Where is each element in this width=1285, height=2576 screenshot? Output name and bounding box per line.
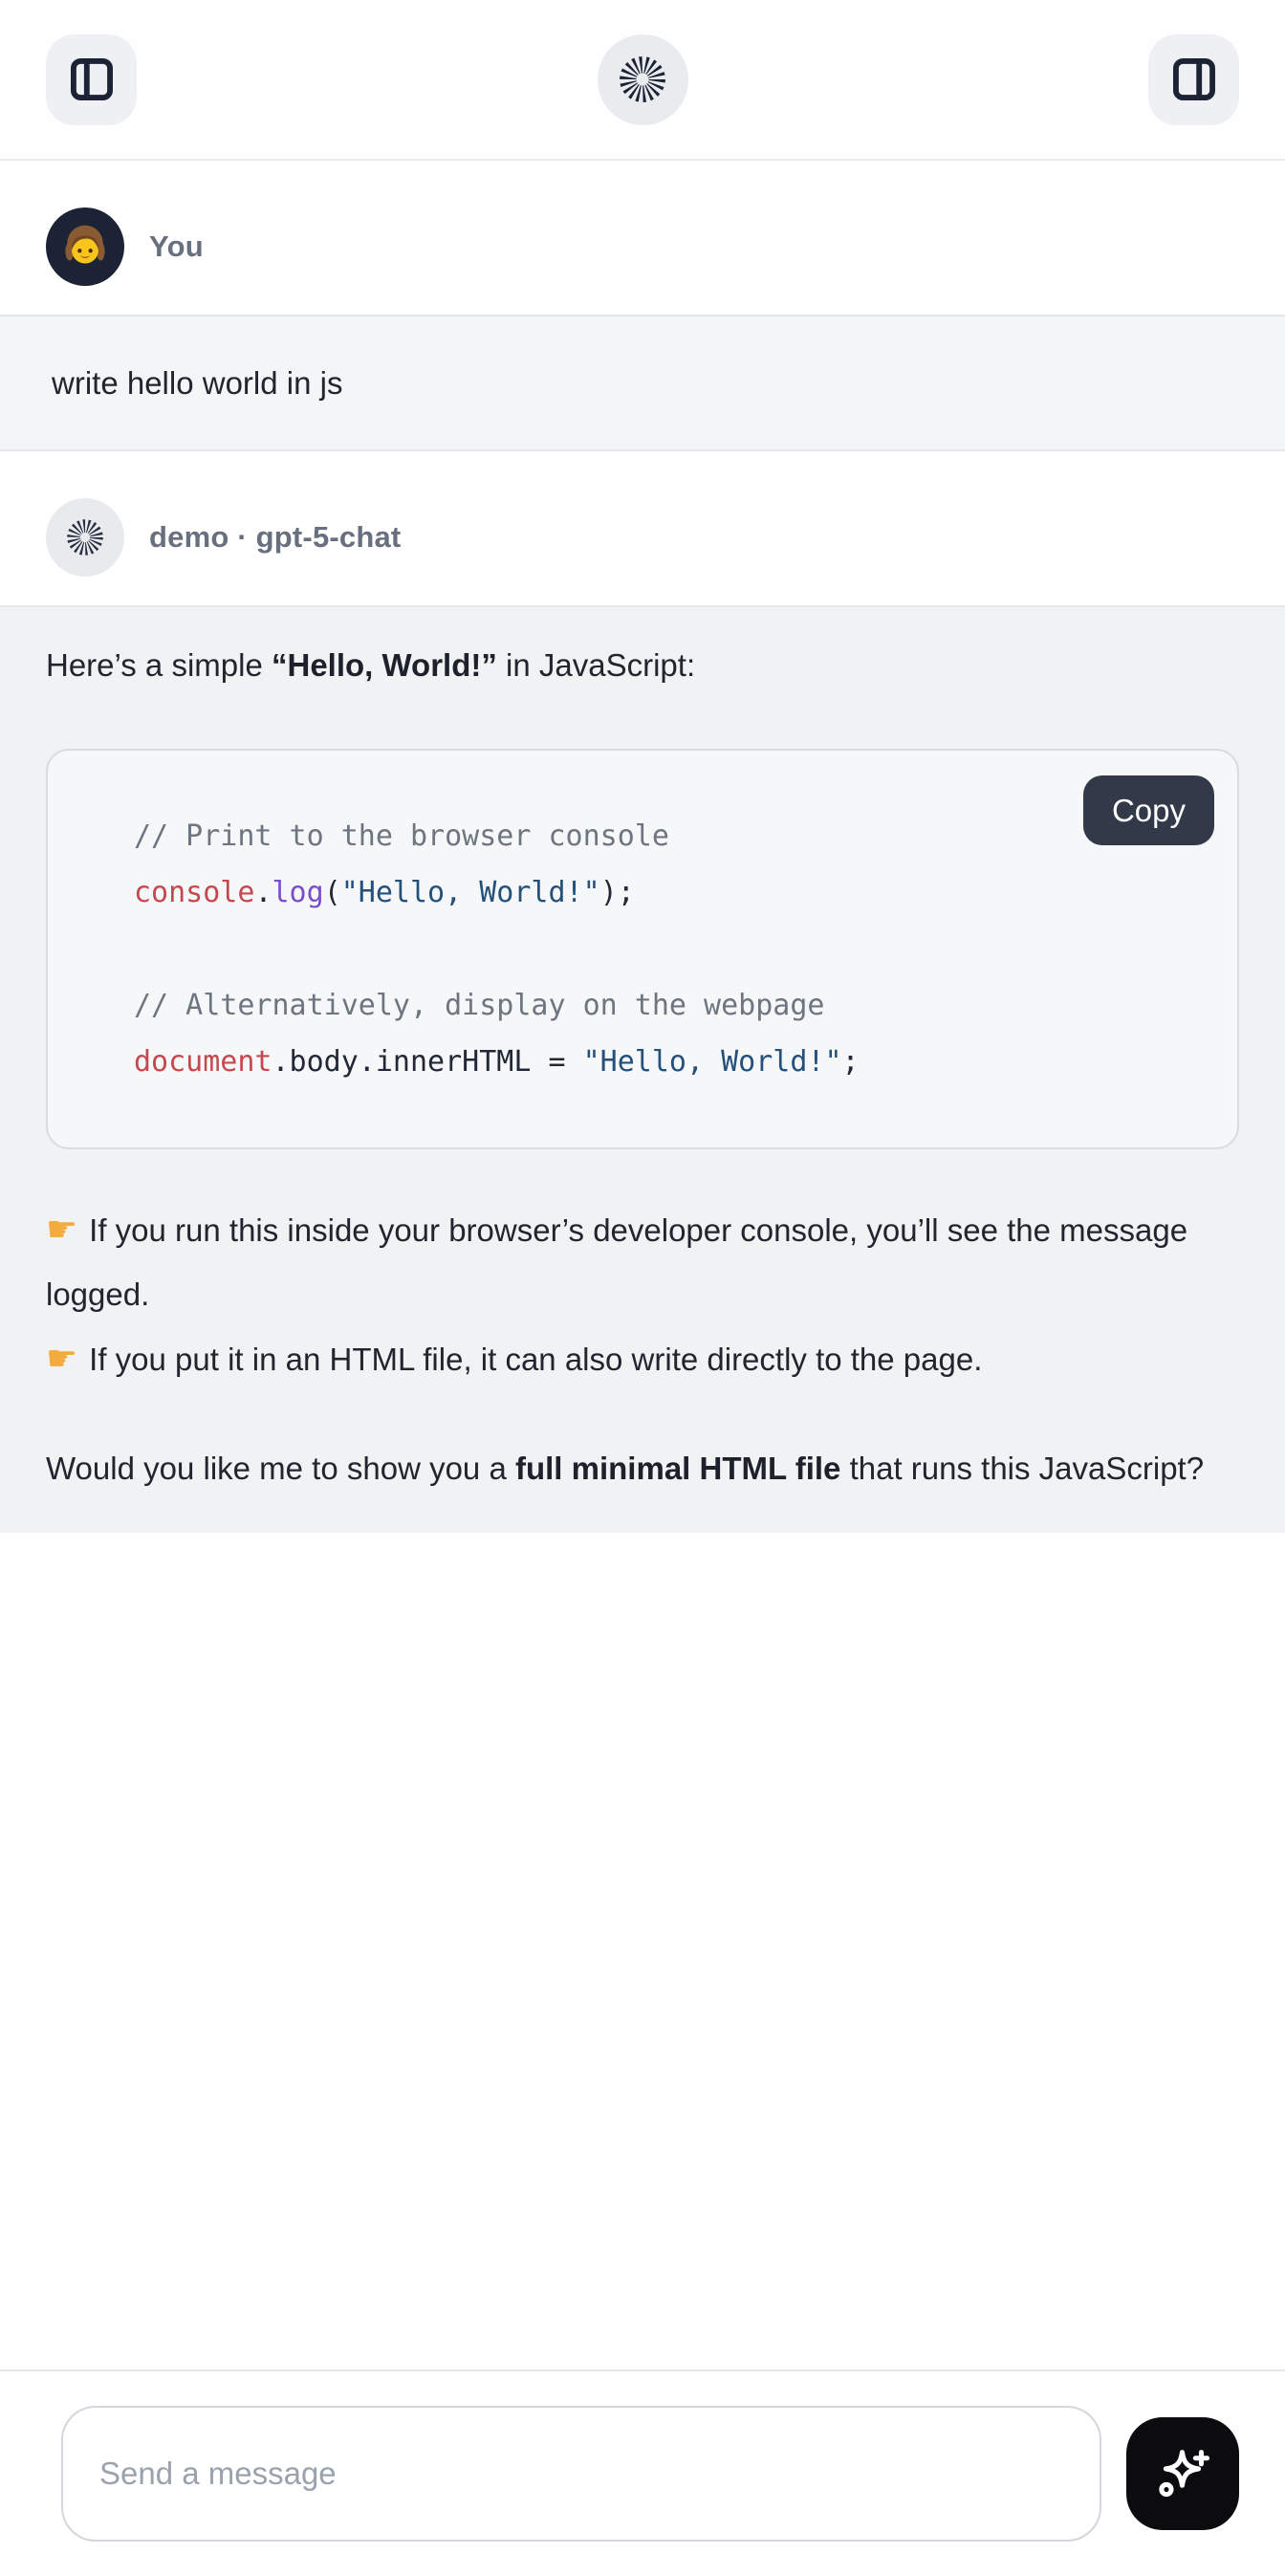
user-message-text: write hello world in js — [52, 365, 342, 402]
model-logo-button[interactable] — [598, 34, 688, 125]
user-message-bubble: write hello world in js — [0, 315, 1285, 451]
note-text: If you put it in an HTML file, it can al… — [89, 1342, 982, 1377]
chat-scroll-area[interactable]: You write hello world in js demo · gpt-5… — [0, 161, 1285, 2369]
intro-bold-text: “Hello, World!” — [272, 647, 497, 683]
intro-text: Here’s a simple — [46, 647, 272, 683]
user-message-header: You — [0, 161, 1285, 315]
assistant-message: demo · gpt-5-chat Here’s a simple “Hello… — [0, 451, 1285, 1533]
chat-app: You write hello world in js demo · gpt-5… — [0, 0, 1285, 2576]
composer-bar — [0, 2369, 1285, 2576]
right-panel-toggle-button[interactable] — [1148, 34, 1239, 125]
note-text: If you run this inside your browser’s de… — [46, 1212, 1187, 1312]
top-bar — [0, 0, 1285, 161]
intro-paragraph: Here’s a simple “Hello, World!” in JavaS… — [46, 636, 1239, 695]
user-avatar — [46, 207, 124, 286]
code-block: Copy // Print to the browser console con… — [46, 749, 1239, 1149]
assistant-message-body: Here’s a simple “Hello, World!” in JavaS… — [0, 605, 1285, 1533]
panel-right-icon — [1169, 55, 1219, 104]
starburst-icon — [616, 53, 669, 106]
assistant-message-header: demo · gpt-5-chat — [0, 451, 1285, 605]
message-input[interactable] — [61, 2406, 1101, 2542]
code-line: console.log("Hello, World!"); — [134, 864, 1199, 921]
notes-paragraph: ☛If you run this inside your browser’s d… — [46, 1197, 1239, 1391]
code-content: // Print to the browser console console.… — [134, 808, 1199, 1090]
person-emoji-icon — [57, 219, 113, 274]
starburst-icon — [64, 516, 106, 558]
note-line: ☛ If you put it in an HTML file, it can a… — [46, 1326, 1239, 1391]
assistant-avatar — [46, 498, 124, 577]
code-line: document.body.innerHTML = "Hello, World!… — [134, 1034, 1199, 1090]
sparkle-icon — [1152, 2443, 1213, 2504]
pointing-hand-emoji: ☛ — [46, 1209, 77, 1250]
sidebar-toggle-button[interactable] — [46, 34, 137, 125]
question-text-after: that runs this JavaScript? — [840, 1451, 1204, 1486]
assistant-author-label: demo · gpt-5-chat — [149, 520, 401, 555]
code-line: // Alternatively, display on the webpage — [134, 977, 1199, 1034]
pointing-hand-emoji: ☛ — [46, 1338, 77, 1379]
intro-text-after: in JavaScript: — [497, 647, 695, 683]
note-line: ☛If you run this inside your browser’s d… — [46, 1197, 1239, 1326]
user-message: You write hello world in js — [0, 161, 1285, 451]
panel-left-icon — [67, 55, 117, 104]
copy-button[interactable]: Copy — [1083, 775, 1214, 845]
code-line: // Print to the browser console — [134, 808, 1199, 864]
user-author-label: You — [149, 229, 204, 264]
question-paragraph: Would you like me to show you a full min… — [46, 1437, 1239, 1500]
question-bold-text: full minimal HTML file — [515, 1451, 840, 1486]
send-button[interactable] — [1126, 2417, 1239, 2530]
code-line-blank — [134, 921, 1199, 977]
question-text: Would you like me to show you a — [46, 1451, 515, 1486]
